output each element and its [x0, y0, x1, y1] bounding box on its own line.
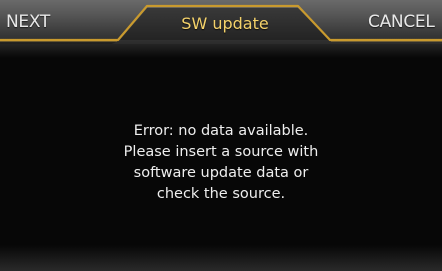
- next-button[interactable]: NEXT: [6, 6, 50, 38]
- sw-update-screen: NEXT SW update CANCEL Error: no data ava…: [0, 0, 442, 271]
- page-title: SW update: [181, 14, 269, 33]
- error-message: Error: no data available. Please insert …: [60, 121, 382, 205]
- cancel-button[interactable]: CANCEL: [368, 6, 435, 38]
- error-message-line: Please insert a source with: [123, 144, 319, 160]
- error-message-line: Error: no data available.: [133, 123, 309, 139]
- bottom-gradient: [0, 245, 442, 271]
- error-message-line: software update data or: [133, 165, 309, 181]
- error-message-line: check the source.: [156, 186, 286, 202]
